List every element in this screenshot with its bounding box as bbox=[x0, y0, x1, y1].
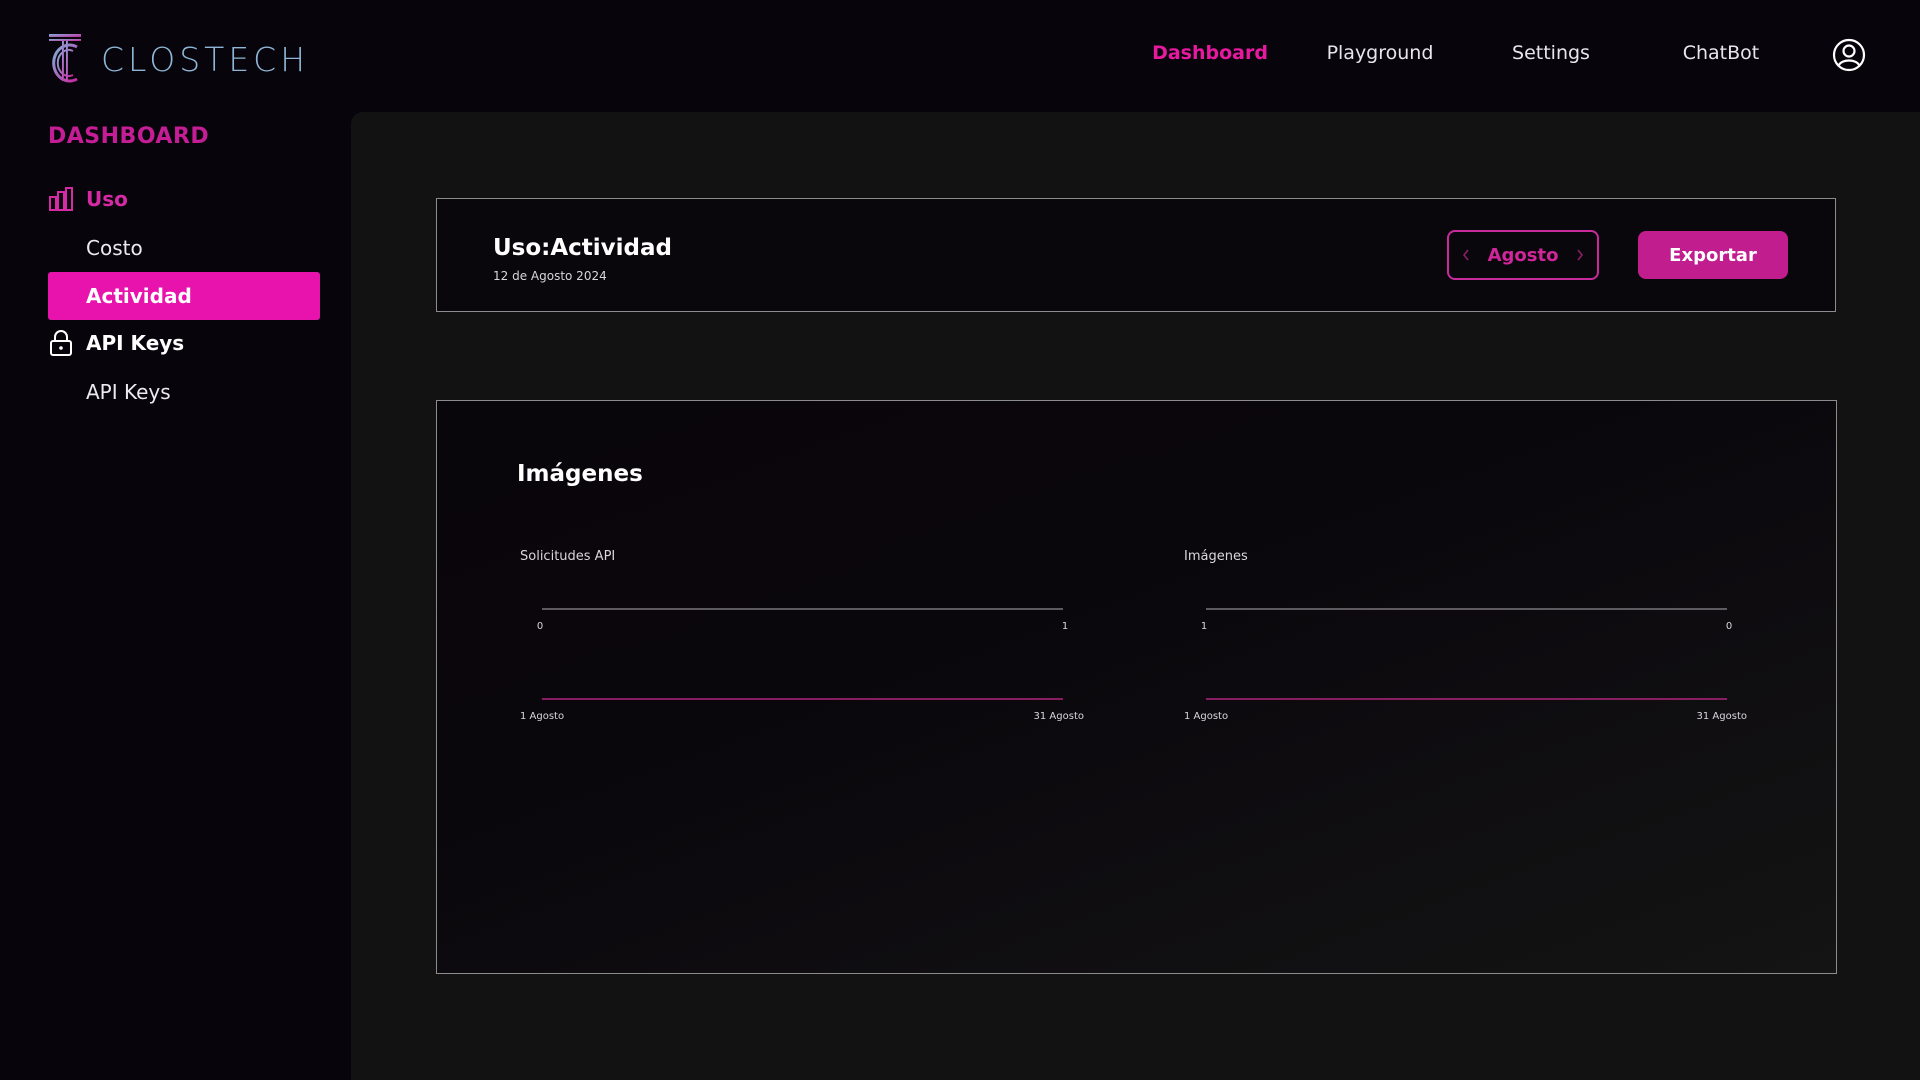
top-navigation: Dashboard Playground Settings ChatBot bbox=[0, 42, 1920, 72]
nav-settings[interactable]: Settings bbox=[1481, 42, 1621, 64]
month-picker[interactable]: Agosto bbox=[1447, 230, 1599, 280]
sidebar-group-uso[interactable]: Uso bbox=[48, 184, 128, 214]
sidebar-group-api-keys[interactable]: API Keys bbox=[48, 328, 184, 358]
activity-header-card: Uso:Actividad 12 de Agosto 2024 Agosto E… bbox=[436, 198, 1836, 312]
user-circle-icon[interactable] bbox=[1832, 38, 1866, 72]
top-axis-tick: 0 bbox=[1726, 621, 1732, 632]
sidebar-group-label: Uso bbox=[86, 187, 128, 211]
chevron-left-icon[interactable] bbox=[1461, 248, 1471, 262]
chart-title: Imágenes bbox=[1184, 549, 1248, 564]
app-root: CLOSTECH Dashboard Playground Settings C… bbox=[0, 0, 1920, 1080]
sidebar-heading: DASHBOARD bbox=[48, 124, 210, 149]
chevron-right-icon[interactable] bbox=[1575, 248, 1585, 262]
sidebar-item-costo[interactable]: Costo bbox=[48, 224, 320, 272]
x-axis-tick: 1 Agosto bbox=[1184, 711, 1228, 722]
charts-card: Imágenes Solicitudes API 0 1 1 Agosto 31 Ago… bbox=[436, 400, 1837, 974]
x-axis-tick: 31 Agosto bbox=[1697, 711, 1747, 722]
sidebar-item-api-keys[interactable]: API Keys bbox=[48, 368, 320, 416]
main-panel: Uso:Actividad 12 de Agosto 2024 Agosto E… bbox=[351, 112, 1920, 1080]
nav-dashboard[interactable]: Dashboard bbox=[1140, 42, 1280, 64]
export-button[interactable]: Exportar bbox=[1638, 231, 1788, 279]
charts-canvas: Solicitudes API 0 1 1 Agosto 31 Agosto Imágen… bbox=[520, 549, 1747, 722]
bar-chart-icon bbox=[49, 187, 73, 211]
x-axis-tick: 31 Agosto bbox=[1034, 711, 1084, 722]
top-axis-tick: 0 bbox=[537, 621, 543, 632]
page-title: Uso:Actividad bbox=[493, 235, 673, 261]
sidebar: DASHBOARD Uso Costo Actividad API Keys A… bbox=[0, 110, 350, 1080]
nav-chatbot[interactable]: ChatBot bbox=[1651, 42, 1791, 64]
top-axis-tick: 1 bbox=[1062, 621, 1068, 632]
lock-icon bbox=[50, 330, 72, 356]
nav-playground[interactable]: Playground bbox=[1310, 42, 1450, 64]
month-label: Agosto bbox=[1487, 244, 1559, 266]
chart-title: Solicitudes API bbox=[520, 549, 615, 564]
top-axis-tick: 1 bbox=[1201, 621, 1207, 632]
sidebar-group-label: API Keys bbox=[86, 331, 185, 355]
x-axis-tick: 1 Agosto bbox=[520, 711, 564, 722]
page-date: 12 de Agosto 2024 bbox=[493, 269, 607, 283]
sidebar-item-actividad[interactable]: Actividad bbox=[48, 272, 320, 320]
